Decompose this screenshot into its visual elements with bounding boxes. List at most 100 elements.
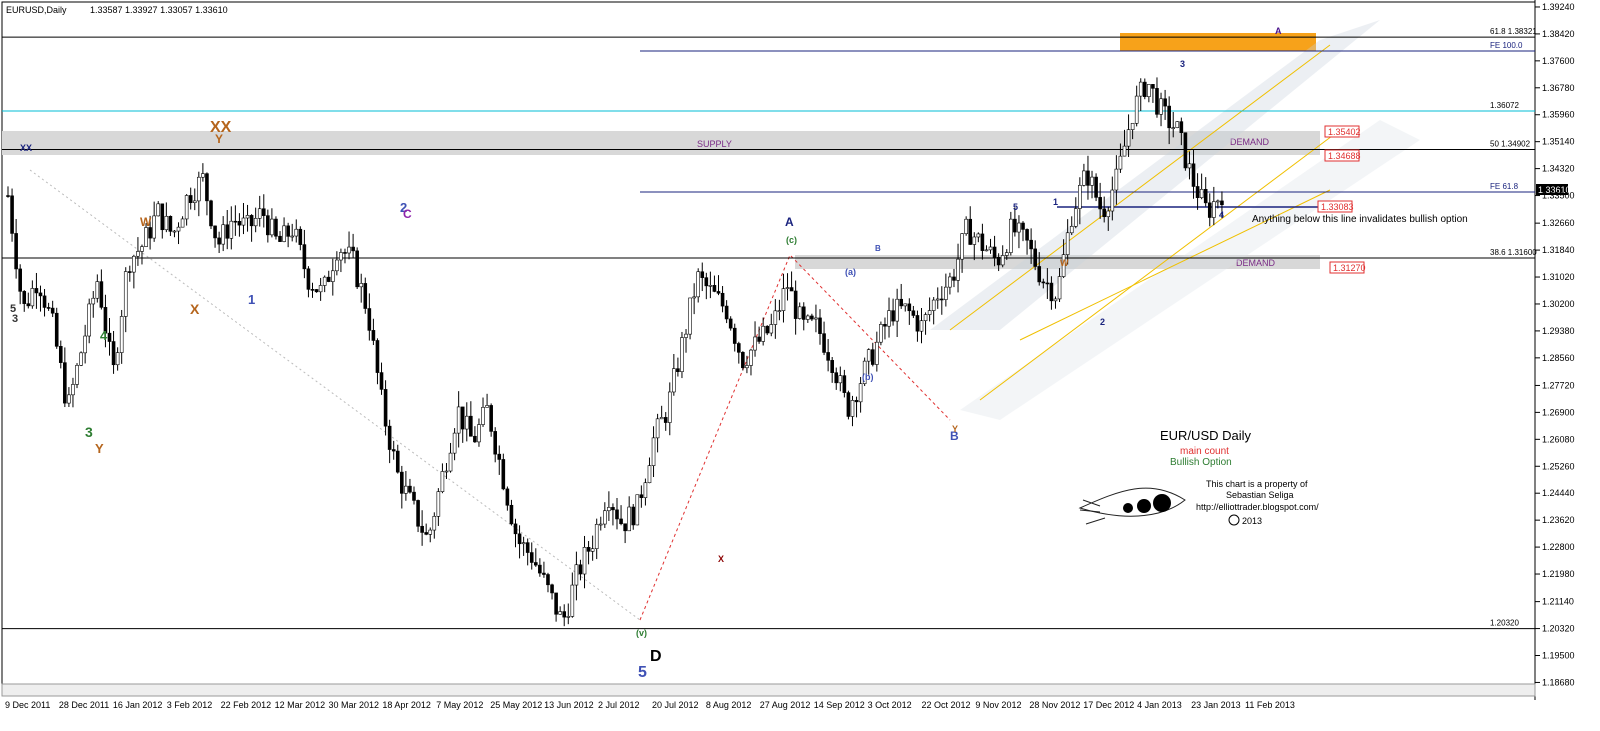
plot-area xyxy=(1,1,1536,685)
candle-body xyxy=(363,283,368,309)
ohlc-label: 1.33587 1.33927 1.33057 1.33610 xyxy=(90,5,228,15)
candle-body xyxy=(688,297,692,335)
candle-body xyxy=(54,312,59,347)
y-tick-label: 1.34320 xyxy=(1542,164,1575,174)
candle-body xyxy=(30,288,35,307)
supply-zone xyxy=(2,131,1320,155)
candle-body xyxy=(1163,98,1167,107)
candle-body xyxy=(1138,81,1143,97)
candle-body xyxy=(26,303,31,307)
candle-body xyxy=(229,220,234,239)
level-label: 50 1.34902 xyxy=(1490,139,1531,148)
candle-body xyxy=(745,365,749,369)
level-label: FE 100.0 xyxy=(1490,41,1523,50)
x-tick-label: 3 Feb 2012 xyxy=(167,700,213,710)
x-tick-label: 13 Jun 2012 xyxy=(544,700,594,710)
candle-body xyxy=(720,292,725,307)
x-tick-label: 18 Apr 2012 xyxy=(382,700,431,710)
candle-body xyxy=(180,218,185,228)
candle-body xyxy=(509,504,514,525)
candle-body xyxy=(330,270,335,282)
candle-body xyxy=(846,392,851,417)
candle-body xyxy=(71,384,75,396)
candle-body xyxy=(1025,229,1029,241)
x-tick-label: 17 Dec 2012 xyxy=(1083,700,1134,710)
candle-body xyxy=(1126,129,1131,147)
candle-body xyxy=(684,333,688,338)
candle-body xyxy=(1053,298,1058,302)
candle-body xyxy=(314,289,319,293)
price-tag-4: 1.31270 xyxy=(1333,263,1366,273)
candle-body xyxy=(249,215,254,227)
candle-body xyxy=(676,368,680,373)
candle-body xyxy=(533,562,538,566)
wave-label: XX xyxy=(20,143,32,153)
wave-label: (c) xyxy=(786,235,797,245)
x-tick-label: 4 Jan 2013 xyxy=(1137,700,1182,710)
candle-body xyxy=(456,406,461,434)
candle-body xyxy=(1216,200,1220,203)
y-tick-label: 1.31840 xyxy=(1542,245,1575,255)
candle-body xyxy=(1171,127,1176,129)
candle-body xyxy=(95,281,100,299)
candle-body xyxy=(789,287,794,292)
wave-label: 4 xyxy=(1219,210,1224,220)
candle-body xyxy=(712,285,717,292)
candle-body xyxy=(505,488,510,506)
candle-body xyxy=(209,200,213,227)
candle-body xyxy=(1098,197,1102,210)
candle-body xyxy=(387,425,392,450)
candle-body xyxy=(1029,239,1033,250)
candle-body xyxy=(546,574,550,586)
candle-body xyxy=(651,437,656,466)
x-tick-label: 27 Aug 2012 xyxy=(760,700,811,710)
candle-body xyxy=(773,310,778,325)
candle-body xyxy=(75,365,79,385)
candle-body xyxy=(834,372,839,384)
candle-body xyxy=(1021,222,1025,230)
candle-body xyxy=(270,218,274,236)
candle-body xyxy=(119,316,124,353)
candle-body xyxy=(58,346,63,363)
x-tick-label: 11 Feb 2013 xyxy=(1245,700,1295,710)
candle-body xyxy=(826,352,830,361)
candle-body xyxy=(919,320,924,332)
y-tick-label: 1.30200 xyxy=(1542,299,1575,309)
wave-label: Y xyxy=(95,441,104,456)
candle-body xyxy=(318,285,323,293)
candle-body xyxy=(854,400,859,403)
wave-label: 2 xyxy=(1100,317,1105,327)
candle-body xyxy=(1094,176,1098,198)
copyright-line-2: Sebastian Seliga xyxy=(1226,490,1294,500)
candle-body xyxy=(1065,232,1070,255)
candle-body xyxy=(765,325,770,334)
candle-body xyxy=(355,250,359,288)
candle-body xyxy=(1212,201,1216,218)
candle-body xyxy=(347,246,351,254)
candle-body xyxy=(201,173,205,178)
candle-body xyxy=(168,215,173,232)
candle-body xyxy=(343,252,347,254)
candle-body xyxy=(603,510,607,525)
candle-body xyxy=(1155,88,1159,115)
candle-body xyxy=(635,494,640,526)
candle-body xyxy=(469,415,473,437)
candle-body xyxy=(481,407,485,425)
candle-body xyxy=(806,315,810,320)
candle-body xyxy=(939,298,944,301)
candle-body xyxy=(724,305,729,320)
candle-body xyxy=(570,584,575,617)
price-tag-1: 1.35402 xyxy=(1328,127,1361,137)
candle-body xyxy=(513,523,518,535)
wave-label: Y xyxy=(215,132,223,146)
copyright-line-3: http://elliottrader.blogspot.com/ xyxy=(1196,502,1319,512)
price-tag-2: 1.34688 xyxy=(1328,151,1361,161)
y-tick-label: 1.22800 xyxy=(1542,542,1575,552)
candle-body xyxy=(10,195,14,234)
x-tick-label: 16 Jan 2012 xyxy=(113,700,163,710)
candle-body xyxy=(18,268,22,292)
candle-body xyxy=(903,303,908,307)
candle-body xyxy=(176,226,181,232)
candle-body xyxy=(107,332,112,342)
candle-body xyxy=(542,572,546,575)
